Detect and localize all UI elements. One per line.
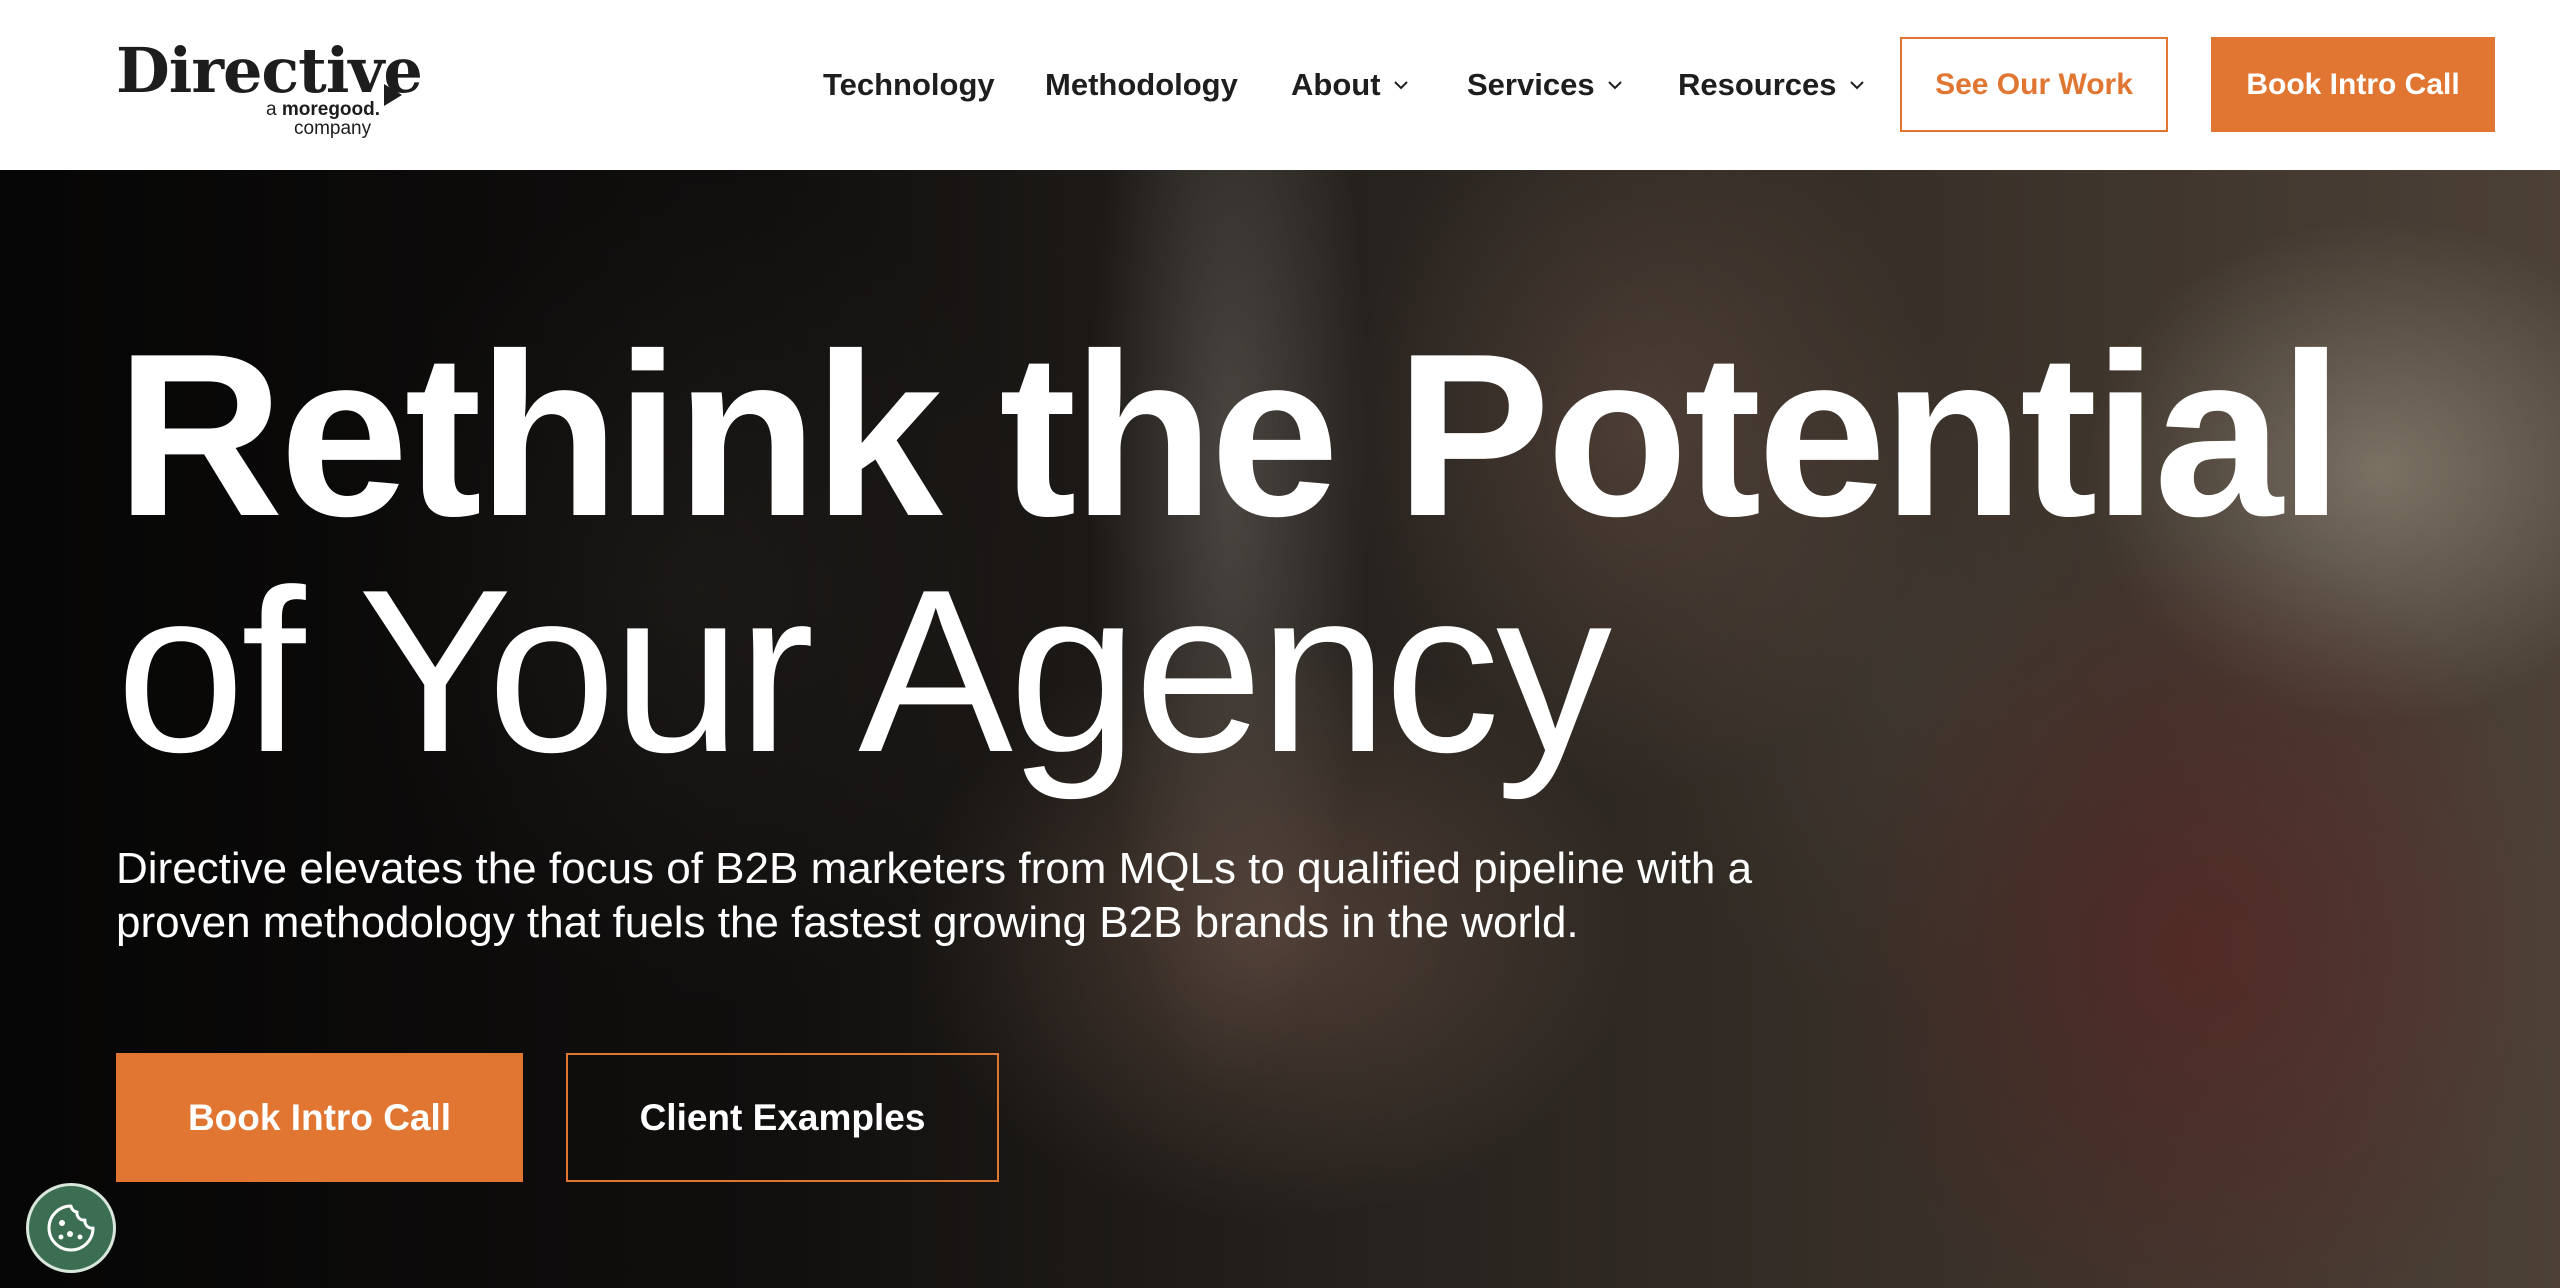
hero-subtitle-line-2: proven methodology that fuels the fastes…: [116, 898, 1579, 947]
nav-label: Resources: [1678, 67, 1837, 102]
hero-title-line-1: Rethink the Potential: [116, 306, 2343, 565]
nav-label: Methodology: [1045, 67, 1238, 102]
see-our-work-button[interactable]: See Our Work: [1900, 37, 2168, 132]
nav-label: Technology: [823, 67, 995, 102]
nav-item-about[interactable]: About: [1291, 62, 1409, 108]
hero-title: Rethink the Potential of Your Agency: [116, 318, 2416, 790]
nav-item-technology[interactable]: Technology: [823, 62, 995, 108]
chevron-down-icon: [1607, 81, 1622, 90]
chevron-down-icon: [1393, 81, 1408, 90]
hero-subtitle: Directive elevates the focus of B2B mark…: [116, 842, 1916, 950]
nav-item-methodology[interactable]: Methodology: [1045, 62, 1238, 108]
cookie-settings-button[interactable]: [26, 1183, 116, 1273]
book-intro-call-hero-button[interactable]: Book Intro Call: [116, 1053, 523, 1182]
nav-item-services[interactable]: Services: [1467, 62, 1623, 108]
nav-label: Services: [1467, 67, 1595, 102]
site-header: Directive a moregood. company Technology…: [0, 0, 2560, 170]
client-examples-button[interactable]: Client Examples: [566, 1053, 999, 1182]
nav-label: About: [1291, 67, 1381, 102]
chevron-down-icon: [1849, 81, 1864, 90]
hero-title-line-2: of Your Agency: [116, 542, 1612, 801]
hero-section: Rethink the Potential of Your Agency Dir…: [0, 170, 2560, 1288]
cookie-icon: [47, 1204, 95, 1252]
main-nav: Technology Methodology About Services Re…: [0, 0, 2560, 170]
nav-item-resources[interactable]: Resources: [1678, 62, 1865, 108]
hero-subtitle-line-1: Directive elevates the focus of B2B mark…: [116, 844, 1753, 893]
book-intro-call-header-button[interactable]: Book Intro Call: [2211, 37, 2495, 132]
